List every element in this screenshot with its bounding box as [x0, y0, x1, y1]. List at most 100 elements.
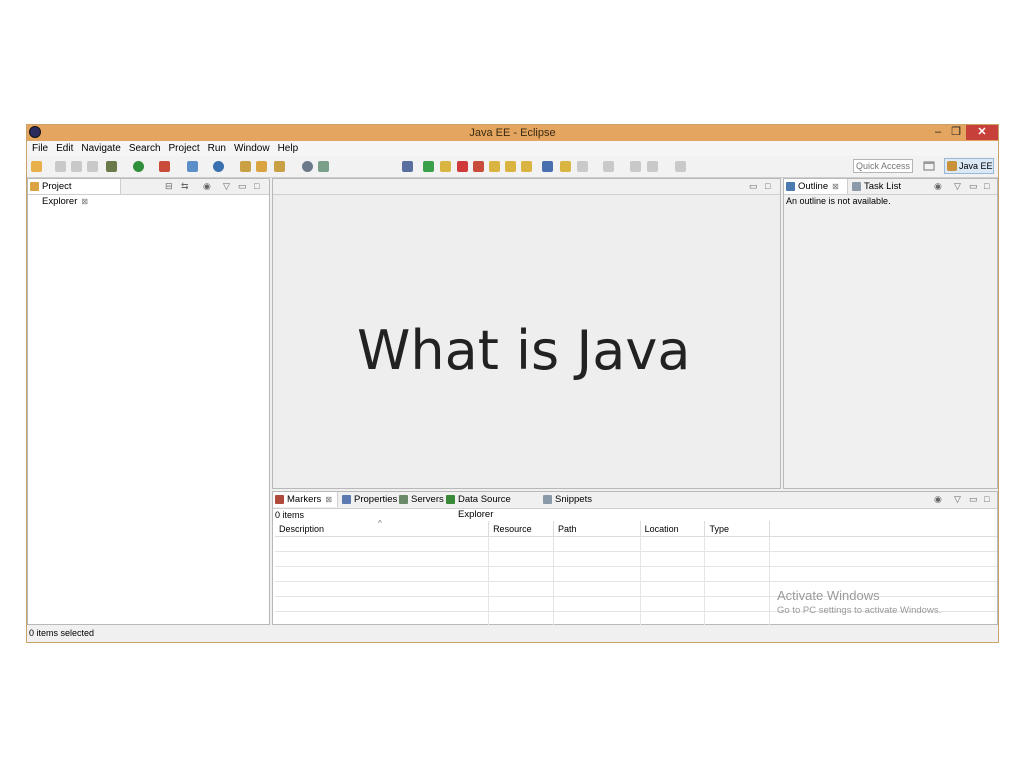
close-tab-icon[interactable]: ⊠ [81, 197, 88, 206]
focus-icon[interactable]: ◉ [203, 181, 211, 191]
menu-edit[interactable]: Edit [52, 141, 77, 156]
terminate-icon[interactable] [457, 161, 468, 172]
drop-to-frame-icon[interactable] [542, 161, 553, 172]
use-step-filters-icon[interactable] [560, 161, 571, 172]
column-filler [769, 521, 997, 537]
project-explorer-panel: Project Explorer ⊠ ⊟ ⇆ ◉ ▽ ▭ □ [27, 178, 270, 625]
column-type[interactable]: Type [704, 521, 771, 537]
project-explorer-header: Project Explorer ⊠ ⊟ ⇆ ◉ ▽ ▭ □ [28, 179, 269, 207]
tab-label: Task List [864, 181, 901, 192]
tab-servers[interactable]: Servers [397, 492, 444, 507]
view-menu-icon[interactable]: ▽ [954, 181, 961, 191]
back-icon[interactable] [647, 161, 658, 172]
link-with-editor-icon[interactable]: ⇆ [181, 181, 189, 191]
menu-navigate[interactable]: Navigate [77, 141, 124, 156]
outline-header: Outline ⊠ Task List ◉ ▽ ▭ □ [784, 179, 997, 195]
new-server-icon[interactable] [187, 161, 198, 172]
properties-icon [342, 495, 351, 504]
editor-minimize-icon[interactable]: ▭ [749, 181, 758, 191]
last-edit-location-icon[interactable] [630, 161, 641, 172]
tab-outline[interactable]: Outline ⊠ [784, 179, 848, 194]
table-row [275, 551, 997, 567]
navigate-icon[interactable] [318, 161, 329, 172]
main-toolbar: Java EE [27, 156, 998, 178]
column-path[interactable]: Path [553, 521, 641, 537]
editor-maximize-icon[interactable]: □ [765, 181, 770, 191]
markers-panel: Markers ⊠ Properties Servers Data Source … [272, 491, 998, 642]
view-menu-icon[interactable]: ▽ [223, 181, 230, 191]
search-icon[interactable] [274, 161, 285, 172]
open-perspective-icon[interactable] [922, 158, 936, 174]
column-resource[interactable]: Resource [488, 521, 554, 537]
close-tab-icon[interactable]: ⊠ [832, 182, 839, 191]
table-header-row: ^ Description Resource Path Location Type [275, 519, 997, 537]
tab-properties[interactable]: Properties [340, 492, 397, 507]
menu-run[interactable]: Run [204, 141, 230, 156]
close-button[interactable]: ✕ [966, 125, 998, 140]
outline-message: An outline is not available. [786, 196, 891, 206]
maximize-view-icon[interactable]: □ [254, 181, 259, 191]
maximize-view-icon[interactable]: □ [984, 181, 989, 191]
focus-icon[interactable]: ◉ [934, 181, 942, 191]
perspective-java-ee[interactable]: Java EE [944, 158, 994, 174]
forward-icon[interactable] [675, 161, 686, 172]
skip-breakpoints-icon[interactable] [402, 161, 413, 172]
save-icon[interactable] [55, 161, 66, 172]
view-menu-icon[interactable]: ▽ [954, 494, 961, 504]
open-type-icon[interactable] [240, 161, 251, 172]
column-description[interactable]: ^ Description [275, 519, 490, 537]
step-into-icon[interactable] [489, 161, 500, 172]
tab-snippets[interactable]: Snippets [541, 492, 592, 507]
tab-data-source-explorer[interactable]: Data Source Explorer [444, 492, 540, 520]
tab-markers[interactable]: Markers ⊠ [273, 492, 338, 507]
web-browser-icon[interactable] [302, 161, 313, 172]
resume-icon[interactable] [423, 161, 434, 172]
save-all-icon[interactable] [71, 161, 82, 172]
step-over-icon[interactable] [505, 161, 516, 172]
maximize-view-icon[interactable]: □ [984, 494, 989, 504]
editor-area[interactable]: ▭ □ What is Java [272, 178, 781, 489]
quick-access-input[interactable] [853, 159, 913, 173]
title-bar: Java EE - Eclipse – ❐ ✕ [27, 125, 998, 141]
markers-icon [275, 495, 284, 504]
minimize-view-icon[interactable]: ▭ [969, 181, 978, 191]
collapse-all-icon[interactable]: ⊟ [165, 181, 173, 191]
external-tools-icon[interactable] [159, 161, 170, 172]
markers-item-count: 0 items [275, 510, 305, 520]
column-location[interactable]: Location [640, 521, 706, 537]
step-return-icon[interactable] [521, 161, 532, 172]
close-tab-icon[interactable]: ⊠ [325, 495, 332, 504]
debug-icon[interactable] [106, 161, 117, 172]
menu-file[interactable]: File [27, 141, 52, 156]
markers-header: Markers ⊠ Properties Servers Data Source … [273, 492, 997, 520]
sort-ascending-icon: ^ [378, 519, 382, 528]
tab-project-explorer[interactable]: Project Explorer ⊠ [28, 179, 121, 207]
tab-task-list[interactable]: Task List [850, 179, 902, 194]
tab-label: Servers [411, 494, 444, 505]
menu-project[interactable]: Project [165, 141, 204, 156]
previous-annotation-icon[interactable] [603, 161, 614, 172]
run-icon[interactable] [133, 161, 144, 172]
new-icon[interactable] [31, 161, 42, 172]
menu-window[interactable]: Window [230, 141, 274, 156]
outline-icon [786, 182, 795, 191]
activate-windows-watermark: Activate Windows Go to PC settings to ac… [777, 588, 941, 616]
window-title: Java EE - Eclipse [469, 127, 556, 139]
disconnect-icon[interactable] [473, 161, 484, 172]
next-annotation-icon[interactable] [577, 161, 588, 172]
perspective-label: Java EE [959, 161, 993, 171]
menu-help[interactable]: Help [274, 141, 303, 156]
watermark-title: Activate Windows [777, 588, 880, 603]
project-explorer-icon [30, 182, 39, 191]
watermark-subtitle: Go to PC settings to activate Windows. [777, 605, 942, 616]
minimize-view-icon[interactable]: ▭ [238, 181, 247, 191]
column-label: Description [279, 523, 325, 534]
suspend-icon[interactable] [440, 161, 451, 172]
open-task-icon[interactable] [256, 161, 267, 172]
snippets-icon [543, 495, 552, 504]
minimize-view-icon[interactable]: ▭ [969, 494, 978, 504]
menu-search[interactable]: Search [125, 141, 165, 156]
print-icon[interactable] [87, 161, 98, 172]
new-web-service-icon[interactable] [213, 161, 224, 172]
focus-icon[interactable]: ◉ [934, 494, 942, 504]
